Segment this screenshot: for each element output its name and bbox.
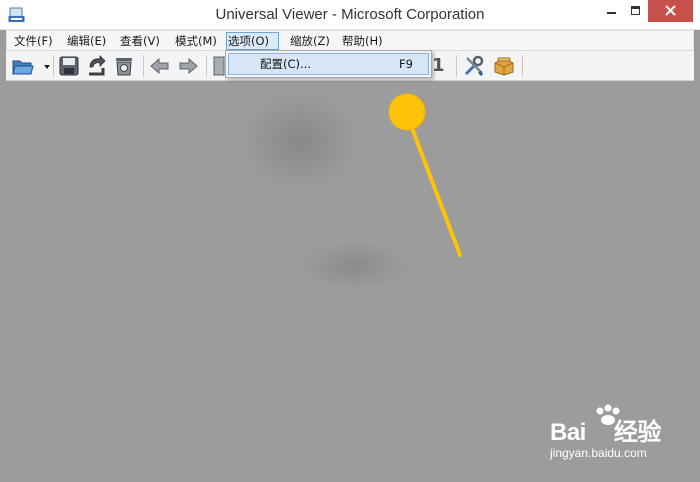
package-icon[interactable] xyxy=(492,54,516,78)
menu-zoom[interactable]: 缩放(Z) xyxy=(289,32,331,50)
pointer-line xyxy=(405,113,462,257)
menu-bar: 文件(F) 编辑(E) 查看(V) 模式(M) 选项(O) 缩放(Z) 帮助(H… xyxy=(6,30,694,51)
toolbar-separator xyxy=(53,55,54,77)
pointer-annotation xyxy=(388,93,462,257)
watermark-brand: Bai 经验 xyxy=(550,412,661,447)
close-icon[interactable] xyxy=(648,0,693,22)
baidu-watermark: Bai 经验 jingyan.baidu.com xyxy=(532,404,682,466)
tools-icon[interactable] xyxy=(462,54,486,78)
menu-edit[interactable]: 编辑(E) xyxy=(66,32,107,50)
delete-icon[interactable] xyxy=(112,54,136,78)
open-folder-icon[interactable] xyxy=(11,54,35,78)
app-window: Universal Viewer - Microsoft Corporation… xyxy=(0,0,700,482)
page-number: 1 xyxy=(432,55,445,76)
menu-help[interactable]: 帮助(H) xyxy=(341,32,384,50)
options-dropdown: 配置(C)... F9 xyxy=(225,50,432,78)
watermark-url: jingyan.baidu.com xyxy=(550,446,647,460)
toolbar-separator xyxy=(522,55,523,77)
save-icon[interactable] xyxy=(57,54,81,78)
prev-arrow-icon[interactable] xyxy=(148,54,172,78)
toolbar-separator xyxy=(143,55,144,77)
menu-item-config-label: 配置(C)... xyxy=(260,57,311,71)
blurred-content xyxy=(240,91,360,191)
pointer-dot xyxy=(388,93,426,131)
menu-mode[interactable]: 模式(M) xyxy=(174,32,218,50)
menu-file[interactable]: 文件(F) xyxy=(13,32,54,50)
next-arrow-icon[interactable] xyxy=(176,54,200,78)
open-dropdown-arrow-icon[interactable] xyxy=(44,65,50,69)
toolbar-separator xyxy=(456,55,457,77)
reload-icon[interactable] xyxy=(84,54,108,78)
watermark-brand-b: 经验 xyxy=(613,419,662,446)
title-bar: Universal Viewer - Microsoft Corporation xyxy=(0,0,700,30)
menu-item-config-shortcut: F9 xyxy=(399,57,413,71)
toolbar-separator xyxy=(206,55,207,77)
window-title: Universal Viewer - Microsoft Corporation xyxy=(215,6,485,23)
watermark-brand-a: Bai xyxy=(550,419,586,446)
menu-item-config[interactable]: 配置(C)... F9 xyxy=(228,53,429,75)
minimize-icon[interactable] xyxy=(597,0,625,22)
maximize-icon[interactable] xyxy=(623,0,649,22)
menu-options[interactable]: 选项(O) xyxy=(226,32,279,50)
menu-view[interactable]: 查看(V) xyxy=(119,32,161,50)
